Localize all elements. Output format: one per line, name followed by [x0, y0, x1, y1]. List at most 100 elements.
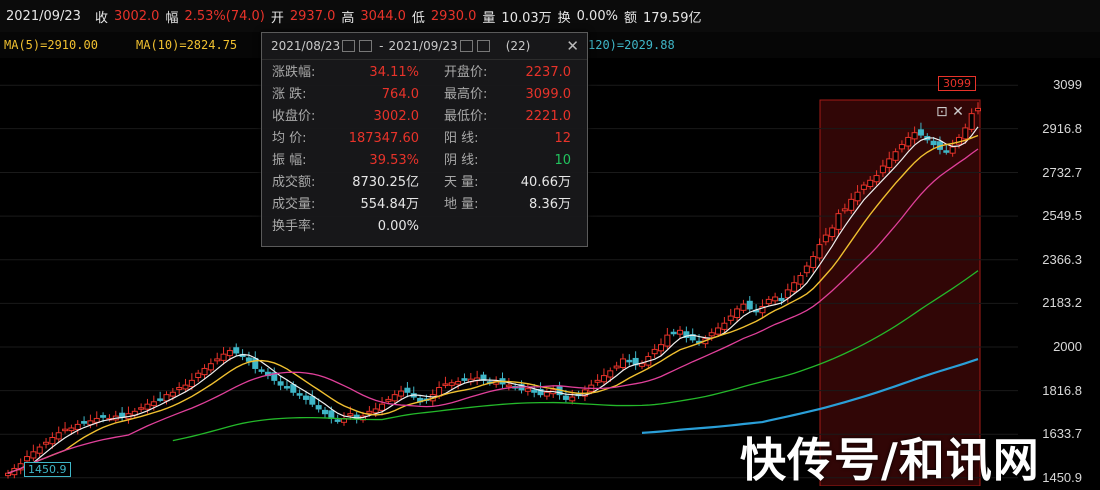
candle-up[interactable]	[968, 113, 975, 130]
candle-down[interactable]	[930, 140, 937, 146]
candle-up[interactable]	[347, 413, 354, 417]
candle-up[interactable]	[816, 244, 823, 259]
candle-up[interactable]	[784, 289, 791, 299]
candle-up[interactable]	[163, 394, 170, 402]
candle-down[interactable]	[309, 396, 316, 405]
candle-down[interactable]	[258, 369, 265, 372]
candle-up[interactable]	[715, 327, 722, 335]
candle-up[interactable]	[594, 379, 601, 383]
candle-up[interactable]	[176, 387, 183, 390]
candle-up[interactable]	[860, 184, 867, 190]
candle-up[interactable]	[677, 329, 684, 335]
candle-up[interactable]	[892, 151, 899, 161]
candle-up[interactable]	[905, 136, 912, 147]
candle-up[interactable]	[372, 408, 379, 414]
candle-up[interactable]	[619, 358, 626, 368]
candle-up[interactable]	[138, 407, 145, 410]
candle-down[interactable]	[302, 395, 309, 400]
candle-down[interactable]	[404, 387, 411, 393]
candle-up[interactable]	[569, 396, 576, 402]
candle-up[interactable]	[962, 127, 969, 140]
candle-up[interactable]	[55, 432, 62, 440]
candle-up[interactable]	[613, 365, 620, 369]
candle-up[interactable]	[226, 350, 233, 357]
candle-up[interactable]	[150, 401, 157, 407]
candle-down[interactable]	[233, 347, 240, 354]
candle-up[interactable]	[797, 275, 804, 285]
candle-up[interactable]	[949, 146, 956, 154]
candle-up[interactable]	[803, 265, 810, 274]
candle-down[interactable]	[562, 395, 569, 400]
candle-up[interactable]	[505, 384, 512, 388]
candle-up[interactable]	[886, 158, 893, 168]
candle-up[interactable]	[385, 398, 392, 402]
candle-up[interactable]	[68, 427, 75, 432]
candle-up[interactable]	[144, 403, 151, 410]
candle-up[interactable]	[829, 227, 836, 238]
candle-up[interactable]	[822, 234, 829, 243]
candle-down[interactable]	[328, 410, 335, 419]
candle-up[interactable]	[607, 370, 614, 378]
close-icon[interactable]: ✕	[566, 37, 579, 55]
candle-down[interactable]	[321, 409, 328, 415]
candle-up[interactable]	[195, 372, 202, 379]
candle-up[interactable]	[651, 348, 658, 355]
candle-up[interactable]	[207, 363, 214, 371]
candle-up[interactable]	[182, 384, 189, 390]
candle-up[interactable]	[975, 107, 981, 112]
candle-up[interactable]	[740, 303, 747, 311]
candle-down[interactable]	[100, 415, 107, 418]
candle-up[interactable]	[379, 403, 386, 411]
candle-up[interactable]	[955, 136, 962, 145]
candle-down[interactable]	[334, 419, 341, 422]
candle-down[interactable]	[670, 331, 677, 335]
candle-up[interactable]	[5, 472, 11, 477]
candle-up[interactable]	[854, 191, 861, 202]
candle-up[interactable]	[664, 334, 671, 347]
candle-up[interactable]	[36, 446, 43, 454]
candle-up[interactable]	[43, 441, 50, 445]
candle-up[interactable]	[727, 315, 734, 321]
candle-down[interactable]	[461, 378, 468, 381]
candle-down[interactable]	[626, 359, 633, 363]
candle-up[interactable]	[214, 358, 221, 362]
candle-up[interactable]	[848, 198, 855, 211]
date-to-picker-icon[interactable]	[459, 40, 473, 52]
candle-up[interactable]	[30, 451, 37, 459]
candle-down[interactable]	[245, 357, 252, 362]
candle-down[interactable]	[283, 386, 290, 389]
candle-up[interactable]	[734, 308, 741, 318]
candle-up[interactable]	[169, 391, 176, 397]
candle-up[interactable]	[24, 456, 31, 462]
candle-up[interactable]	[391, 394, 398, 402]
candle-down[interactable]	[296, 393, 303, 396]
candle-up[interactable]	[721, 322, 728, 330]
candle-up[interactable]	[708, 332, 715, 337]
candle-up[interactable]	[455, 381, 462, 385]
candle-up[interactable]	[841, 208, 848, 212]
candle-up[interactable]	[74, 423, 81, 430]
selection-icons[interactable]: ⊡ ✕	[936, 104, 964, 120]
candle-down[interactable]	[157, 398, 164, 401]
candle-up[interactable]	[791, 282, 798, 292]
candle-down[interactable]	[917, 129, 924, 136]
candle-up[interactable]	[898, 144, 905, 150]
candle-down[interactable]	[746, 300, 753, 310]
candle-down[interactable]	[943, 150, 950, 153]
candle-up[interactable]	[873, 175, 880, 183]
candle-up[interactable]	[638, 363, 645, 367]
candle-up[interactable]	[810, 256, 817, 268]
candle-up[interactable]	[448, 382, 455, 386]
candle-up[interactable]	[62, 428, 69, 432]
candle-up[interactable]	[911, 132, 918, 140]
date-from-step-icon[interactable]	[359, 40, 373, 52]
candle-up[interactable]	[879, 165, 886, 174]
candle-up[interactable]	[366, 410, 373, 414]
date-from-picker-icon[interactable]	[342, 40, 356, 52]
candle-up[interactable]	[765, 298, 772, 305]
candle-down[interactable]	[778, 297, 785, 302]
candle-down[interactable]	[315, 405, 322, 410]
candle-up[interactable]	[201, 367, 208, 376]
candle-up[interactable]	[49, 437, 56, 445]
date-to-step-icon[interactable]	[476, 40, 490, 52]
